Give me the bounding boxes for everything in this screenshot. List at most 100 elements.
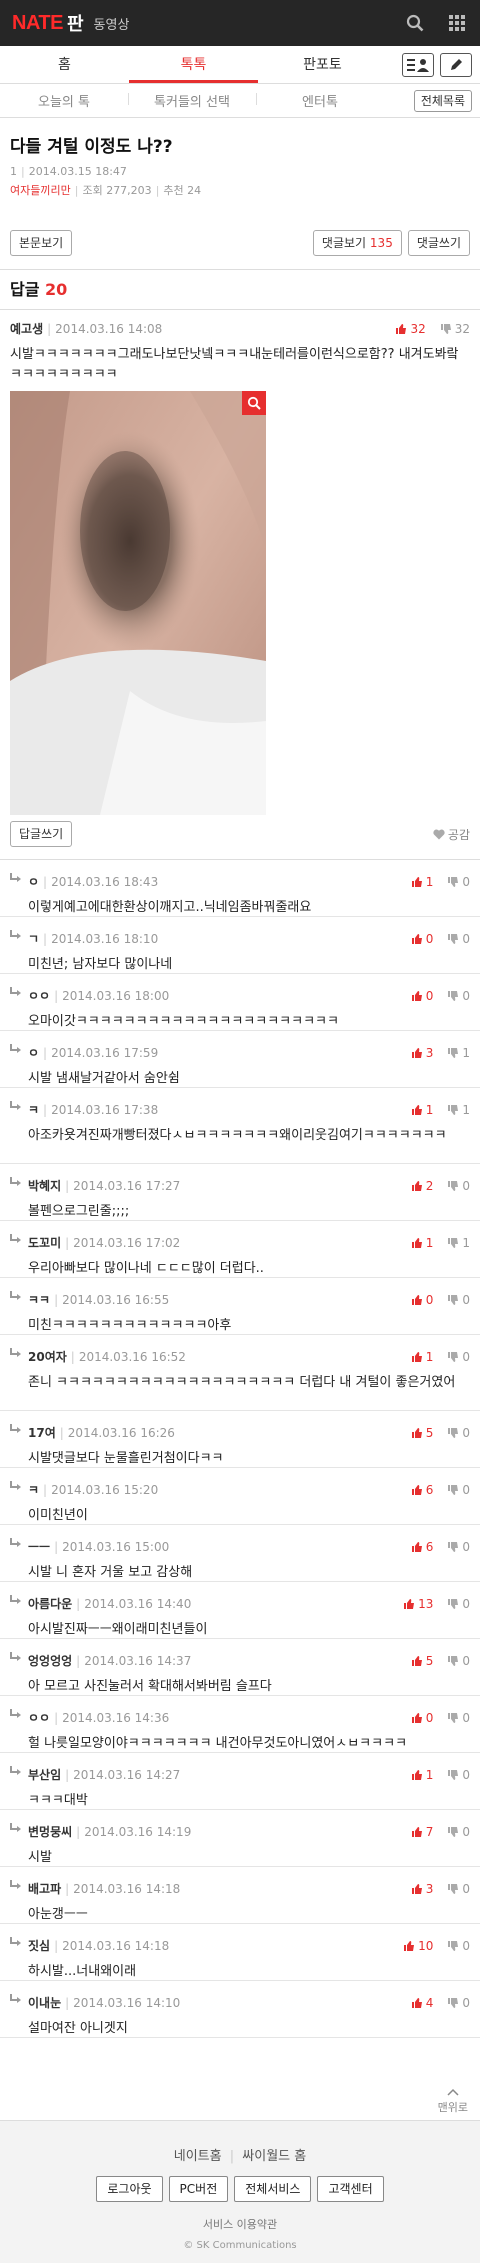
upvote-button[interactable]: 5 xyxy=(411,1426,433,1440)
upvote-button[interactable]: 1 xyxy=(411,1102,434,1117)
zoom-button[interactable] xyxy=(242,391,266,415)
reply-list: ㅇ | 2014.03.16 18:43 1 0 이렇게예고에대한환상이깨지고..닉네임좀… xyxy=(0,860,480,2038)
thumbs-down-icon xyxy=(448,1484,459,1495)
reply-arrow-icon xyxy=(10,1538,21,1547)
tab-toktok[interactable]: 톡톡 xyxy=(129,46,258,83)
upvote-button[interactable]: 3 xyxy=(411,1882,433,1896)
comment-date: 2014.03.16 14:40 xyxy=(84,1596,192,1611)
comment-author: 도꼬미 xyxy=(28,1236,62,1250)
thumbs-up-icon xyxy=(411,1712,422,1723)
upvote-button[interactable]: 1 xyxy=(411,1236,433,1250)
tab-panphoto[interactable]: 판포토 xyxy=(258,46,387,83)
thumbs-up-icon xyxy=(411,1294,422,1305)
thumbs-down-icon xyxy=(448,1047,459,1058)
thumbs-down-icon xyxy=(448,1104,459,1115)
downvote-button[interactable]: 0 xyxy=(447,989,470,1003)
upvote-button[interactable]: 0 xyxy=(411,932,433,946)
write-comment-button[interactable]: 댓글쓰기 xyxy=(407,230,470,256)
view-body-button[interactable]: 본문보기 xyxy=(10,230,73,256)
video-link[interactable]: 동영상 xyxy=(94,14,130,33)
upvote-button[interactable]: 0 xyxy=(411,1711,433,1725)
upvote-button[interactable]: 0 xyxy=(411,1292,434,1307)
downvote-button[interactable]: 0 xyxy=(447,1597,470,1611)
upvote-button[interactable]: 6 xyxy=(411,1540,433,1554)
like-button[interactable]: 공감 xyxy=(433,826,470,843)
subtab-pick[interactable]: 톡커들의 선택 xyxy=(128,91,256,110)
logout-button[interactable]: 로그아웃 xyxy=(96,2176,163,2202)
downvote-button[interactable]: 0 xyxy=(447,1540,470,1554)
logo[interactable]: NATE 판 xyxy=(12,10,84,36)
upvote-button[interactable]: 1 xyxy=(411,1350,433,1364)
downvote-button[interactable]: 0 xyxy=(447,1882,470,1896)
reply-button[interactable]: 답글쓰기 xyxy=(10,821,73,847)
all-services-button[interactable]: 전체서비스 xyxy=(234,2176,312,2202)
comment-text: 미친ㅋㅋㅋㅋㅋㅋㅋㅋㅋㅋㅋㅋㅋ아후 xyxy=(28,1318,232,1333)
downvote-button[interactable]: 0 xyxy=(447,1711,470,1725)
downvote-button[interactable]: 0 xyxy=(447,1654,470,1668)
upvote-count: 5 xyxy=(425,1653,434,1668)
downvote-button[interactable]: 0 xyxy=(447,1293,470,1307)
post-header: 다들 겨털 이정도 나?? 1 | 2014.03.15 18:47 여자들끼리만 |… xyxy=(0,118,480,270)
upvote-button[interactable]: 1 xyxy=(411,1768,433,1782)
downvote-button[interactable]: 0 xyxy=(447,1350,470,1364)
view-comments-button[interactable]: 댓글보기 135 xyxy=(312,230,402,256)
comment-text: 존니 ㅋㅋㅋㅋㅋㅋㅋㅋㅋㅋㅋㅋㅋㅋㅋㅋㅋㅋㅋㅋ 더럽다 내 겨털이 좋은거였어 xyxy=(28,1375,456,1390)
downvote-button[interactable]: 0 xyxy=(447,1426,470,1440)
upvote-button[interactable]: 7 xyxy=(411,1825,433,1839)
customer-center-button[interactable]: 고객센터 xyxy=(317,2176,384,2202)
downvote-button[interactable]: 0 xyxy=(447,1483,470,1497)
upvote-count: 0 xyxy=(425,1292,434,1307)
comment-row: 이내눈 | 2014.03.16 14:10 4 0 설마여잔 아니겟지 xyxy=(0,1981,480,2038)
footer-link-nate-home[interactable]: 네이트홈 xyxy=(174,2149,222,2164)
upvote-button[interactable]: 3 xyxy=(411,1046,433,1060)
upvote-button[interactable]: 10 xyxy=(403,1939,433,1953)
upvote-button[interactable]: 5 xyxy=(411,1653,434,1668)
downvote-button[interactable]: 1 xyxy=(447,1236,470,1250)
downvote-button[interactable]: 0 xyxy=(447,1996,470,2010)
subtab-today[interactable]: 오늘의 톡 xyxy=(0,91,128,110)
downvote-button[interactable]: 32 xyxy=(440,322,470,336)
write-button[interactable] xyxy=(440,53,472,77)
reply-count: 답글 20 xyxy=(0,270,480,310)
upvote-button[interactable]: 1 xyxy=(411,875,433,889)
upvote-button[interactable]: 0 xyxy=(411,989,433,1003)
thumbs-up-icon xyxy=(411,1769,422,1780)
comment-row: ㅇ | 2014.03.16 17:59 3 1 시발 냄새날거같아서 숨안쉼 xyxy=(0,1031,480,1088)
reply-arrow-icon xyxy=(10,1766,21,1775)
downvote-button[interactable]: 0 xyxy=(447,1768,470,1782)
footer-link-cyworld-home[interactable]: 싸이월드 홈 xyxy=(242,2149,306,2164)
upvote-button[interactable]: 13 xyxy=(403,1597,433,1611)
downvote-button[interactable]: 1 xyxy=(447,1103,470,1117)
logo-nate: NATE xyxy=(12,11,63,34)
comment-author: 부산임 xyxy=(28,1768,62,1782)
comment-photo[interactable] xyxy=(10,391,266,815)
all-list-button[interactable]: 전체목록 xyxy=(413,90,472,112)
pc-version-button[interactable]: PC버전 xyxy=(168,2176,229,2202)
subtab-enter[interactable]: 엔터톡 xyxy=(256,91,384,110)
downvote-count: 0 xyxy=(462,931,470,946)
downvote-button[interactable]: 1 xyxy=(447,1046,470,1060)
search-icon[interactable] xyxy=(404,12,426,34)
upvote-button[interactable]: 4 xyxy=(411,1996,433,2010)
post-date: 2014.03.15 18:47 xyxy=(28,165,127,178)
reply-arrow-icon xyxy=(10,1595,21,1604)
post-category[interactable]: 여자들끼리만 xyxy=(10,184,71,197)
my-profile-button[interactable] xyxy=(402,53,434,77)
downvote-button[interactable]: 0 xyxy=(447,1179,470,1193)
downvote-button[interactable]: 0 xyxy=(447,1939,470,1953)
downvote-button[interactable]: 0 xyxy=(447,1825,470,1839)
to-top-button[interactable]: 맨위로 xyxy=(438,2086,468,2115)
downvote-button[interactable]: 0 xyxy=(447,932,470,946)
tab-home[interactable]: 홈 xyxy=(0,46,129,83)
upvote-button[interactable]: 2 xyxy=(411,1179,433,1193)
thumbs-down-icon xyxy=(448,1180,459,1191)
grid-menu-icon[interactable] xyxy=(446,12,468,34)
downvote-button[interactable]: 0 xyxy=(447,875,470,889)
comment-date: 2014.03.16 17:59 xyxy=(51,1045,159,1060)
upvote-button[interactable]: 6 xyxy=(411,1483,433,1497)
terms-link[interactable]: 서비스 이용약관 xyxy=(0,2216,480,2232)
upvote-button[interactable]: 32 xyxy=(395,322,426,336)
upvote-count: 1 xyxy=(425,1102,434,1117)
logo-pan: 판 xyxy=(66,14,84,35)
comment-row: 20여자 | 2014.03.16 16:52 1 0 존니 ㅋㅋㅋㅋㅋㅋㅋㅋㅋㅋㅋㅋㅋㅋ… xyxy=(0,1335,480,1411)
